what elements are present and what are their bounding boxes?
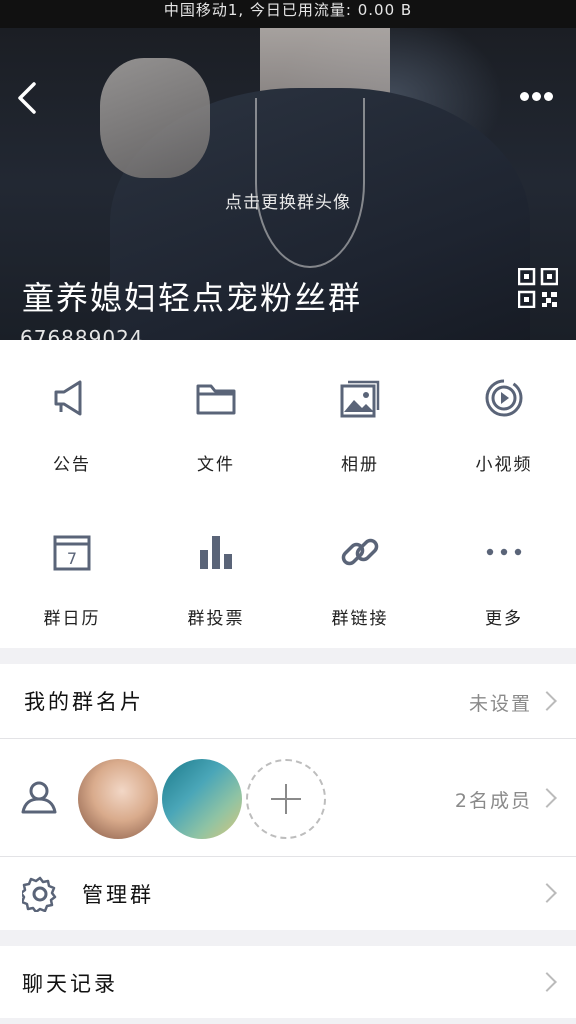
my-group-card-title: 我的群名片 [24,690,144,714]
chevron-left-icon [18,82,36,114]
feature-announcement[interactable]: 公告 [0,340,144,494]
my-group-card-value: 未设置 [468,693,532,715]
manage-group-row[interactable]: 管理群 [0,857,576,930]
dot-icon [520,92,529,101]
member-count: 2名成员 [454,790,532,812]
feature-album[interactable]: 相册 [288,340,432,494]
chat-history-row[interactable]: 聊天记录 [0,946,576,1018]
add-member-button[interactable] [246,759,326,839]
feature-label: 公告 [53,455,91,475]
feature-label: 群日历 [43,609,101,629]
feature-grid: 公告 文件 相册 小视频 7 群日历 群投票 群链接 更多 [0,340,576,648]
dot-icon [532,92,541,101]
feature-link[interactable]: 群链接 [288,494,432,648]
dot-icon [544,92,553,101]
feature-more[interactable]: 更多 [432,494,576,648]
qr-code-button[interactable] [517,267,559,309]
status-bar: 中国移动1, 今日已用流量: 0.00 B [0,0,576,28]
feature-label: 更多 [485,609,523,629]
feature-label: 文件 [197,455,235,475]
feature-vote[interactable]: 群投票 [144,494,288,648]
status-bar-text: 中国移动1, 今日已用流量: 0.00 B [163,1,413,19]
photo-album-icon [340,380,380,418]
group-id: 676889024 [20,326,144,340]
group-name: 童养媳妇轻点宠粉丝群 [22,279,363,317]
chat-history-title: 聊天记录 [22,972,118,996]
video-icon [485,379,523,417]
qr-code-icon [517,267,559,309]
my-group-card-row[interactable]: 我的群名片 未设置 [0,664,576,738]
header-photo-chain [255,98,365,268]
calendar-day: 7 [67,549,77,568]
plus-icon [285,784,287,814]
more-options-button[interactable] [520,86,560,106]
chevron-right-icon [537,972,557,992]
chevron-right-icon [537,788,557,808]
feature-calendar[interactable]: 7 群日历 [0,494,144,648]
change-avatar-hint[interactable]: 点击更换群头像 [0,188,576,213]
folder-icon [196,384,236,415]
members-icon [21,781,57,814]
members-row[interactable]: 2名成员 [0,739,576,856]
feature-label: 小视频 [475,455,533,475]
header-photo-arm [100,58,210,178]
feature-label: 群投票 [187,609,245,629]
feature-files[interactable]: 文件 [144,340,288,494]
bar-chart-icon [200,536,232,569]
gear-icon [22,876,57,912]
member-avatar[interactable] [78,759,158,839]
calendar-icon: 7 [53,535,91,571]
megaphone-icon [54,380,82,416]
chevron-right-icon [537,691,557,711]
group-header[interactable]: 点击更换群头像 童养媳妇轻点宠粉丝群 676889024 [0,28,576,340]
feature-short-video[interactable]: 小视频 [432,340,576,494]
feature-label: 群链接 [331,609,389,629]
link-icon [341,538,379,566]
manage-group-title: 管理群 [82,883,154,907]
feature-label: 相册 [341,455,379,475]
chevron-right-icon [537,883,557,903]
back-button[interactable] [12,78,42,118]
member-avatar[interactable] [162,759,242,839]
more-dots-icon [486,548,522,556]
